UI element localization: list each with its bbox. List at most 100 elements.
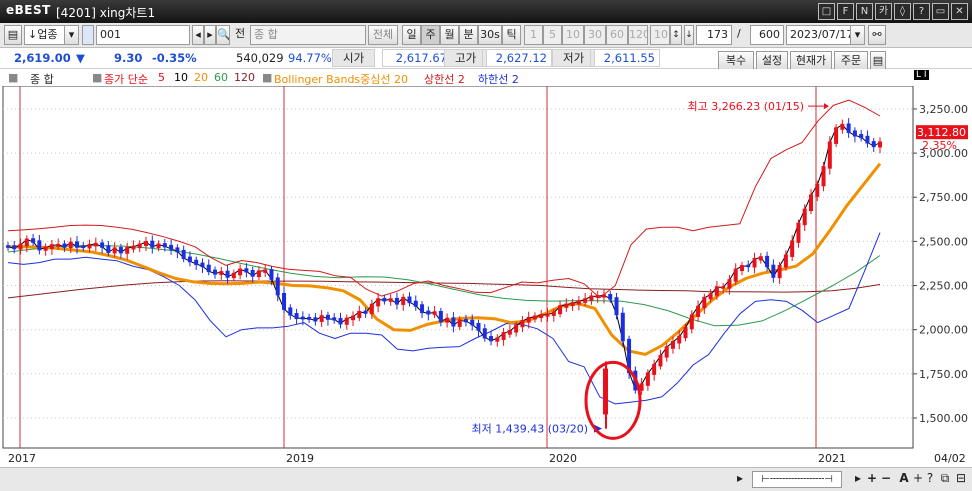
candle-body: [131, 245, 136, 250]
chart-type-icon[interactable]: ▤: [4, 25, 22, 45]
candle-body: [313, 317, 318, 322]
arrow-down-icon[interactable]: ↓: [684, 25, 694, 45]
indicator-legend: ■ 종 합 ■ 종가 단순 5 10 20 60 120 ■ Bollinger…: [0, 69, 972, 86]
log-toggle-icon[interactable]: L I: [914, 70, 929, 80]
minute-30[interactable]: 30: [584, 25, 606, 45]
minute-60[interactable]: 60: [606, 25, 628, 45]
plus-icon[interactable]: +: [912, 471, 924, 488]
candle-body: [445, 317, 450, 323]
candle-body: [269, 269, 274, 280]
help-icon[interactable]: ?: [913, 3, 930, 20]
pin-icon[interactable]: F: [837, 3, 854, 20]
legend-bullet: ■: [8, 71, 19, 84]
period-minute[interactable]: 분: [459, 25, 478, 45]
candle-body: [300, 316, 305, 320]
candle-body: [470, 319, 475, 326]
legend-name: 종 합: [30, 73, 54, 86]
candle-body: [551, 311, 556, 316]
split-icon[interactable]: ⊟: [954, 471, 968, 488]
help-icon[interactable]: ?: [924, 471, 936, 488]
candle-body: [275, 277, 280, 296]
price-change: 9.30: [114, 51, 143, 65]
tick-stepper[interactable]: ↕: [670, 25, 682, 45]
candle-body: [12, 245, 17, 250]
candle-body: [24, 238, 29, 247]
chevron-down-icon[interactable]: ▾: [64, 25, 79, 45]
candle-body: [49, 244, 54, 249]
candle-body: [225, 270, 230, 278]
prev-label: 전: [235, 27, 246, 40]
y-tick-label: 1,750.00: [919, 368, 968, 381]
candle-body: [150, 240, 155, 248]
order-button[interactable]: 주문: [834, 51, 868, 70]
candle-body: [827, 141, 832, 169]
minute-1[interactable]: 1: [524, 25, 543, 45]
candle-body: [118, 247, 123, 254]
candle-body: [137, 243, 142, 249]
minute-120[interactable]: 120: [628, 25, 648, 45]
candle-body: [213, 269, 218, 275]
scroll-bar-area: ▸ ⊢╌╌╌╌╌╌╌╌╌⊣ ▸ + − A + ? ⧉ ⊟: [0, 467, 972, 491]
chart-settings-icon[interactable]: ⚯: [868, 25, 886, 45]
candle-body: [169, 244, 174, 250]
candle-body: [106, 245, 111, 254]
x-tick-label: 2021: [818, 452, 846, 465]
code-input[interactable]: 001: [96, 25, 190, 45]
candle-body: [219, 271, 224, 275]
memo-icon[interactable]: 카: [875, 3, 892, 20]
restore-icon[interactable]: □: [818, 3, 835, 20]
date-input[interactable]: 2023/07/17: [786, 25, 852, 45]
zoom-in-icon[interactable]: +: [866, 471, 878, 488]
candle-body: [175, 247, 180, 253]
zoom-slider[interactable]: ⊢╌╌╌╌╌╌╌╌╌⊣: [752, 471, 842, 488]
candle-body: [714, 286, 719, 296]
total-input[interactable]: 600: [750, 25, 784, 45]
period-week[interactable]: 주: [421, 25, 440, 45]
candle-body: [689, 314, 694, 330]
candle-body: [564, 303, 569, 308]
all-button[interactable]: 전체: [368, 25, 398, 45]
prev-icon[interactable]: ◂: [192, 25, 204, 45]
panel-icon[interactable]: ▤: [870, 51, 886, 70]
tick-input[interactable]: 10: [650, 25, 670, 45]
candle-body: [570, 302, 575, 307]
count-input[interactable]: 173: [696, 25, 732, 45]
volume: 540,029: [236, 51, 284, 65]
code-marker: [82, 25, 94, 45]
minute-5[interactable]: 5: [543, 25, 562, 45]
period-month[interactable]: 월: [440, 25, 459, 45]
tool-icon[interactable]: ◊: [894, 3, 911, 20]
next-icon[interactable]: ▸: [204, 25, 216, 45]
multi-button[interactable]: 복수: [718, 51, 754, 70]
candle-body: [620, 312, 625, 342]
date-dropdown-icon[interactable]: ▾: [850, 25, 865, 45]
news-icon[interactable]: N: [856, 3, 873, 20]
period-day[interactable]: 일: [402, 25, 421, 45]
minute-10[interactable]: 10: [562, 25, 584, 45]
toolbar: ▤ ↓업종 ▾ 001 ◂ ▸ 🔍 전 종 합 전체 일 주 월 분 30s 틱…: [0, 23, 972, 48]
period-30s[interactable]: 30s: [478, 25, 502, 45]
period-tick[interactable]: 틱: [502, 25, 521, 45]
scroll-right-icon[interactable]: ▸: [852, 471, 864, 488]
candle-body: [539, 314, 544, 319]
settings-button[interactable]: 설정: [756, 51, 788, 70]
candle-body: [112, 247, 117, 254]
zoom-out-icon[interactable]: −: [880, 471, 892, 488]
minimize-icon[interactable]: ▭: [932, 3, 949, 20]
layout-icon[interactable]: ⧉: [938, 471, 952, 488]
search-icon[interactable]: 🔍: [216, 25, 230, 45]
candle-body: [739, 265, 744, 272]
candle-body: [664, 346, 669, 358]
scroll-left-icon[interactable]: ▸: [734, 471, 746, 488]
legend-upper: 상한선 2: [424, 73, 465, 86]
candle-body: [363, 310, 368, 314]
candle-body: [338, 318, 343, 325]
candle-body: [256, 270, 261, 278]
close-icon[interactable]: ✕: [951, 3, 968, 20]
quote-row: 2,619.00 ▼ 9.30 -0.35% 540,029 94.77% 시가…: [0, 48, 972, 70]
candle-body: [43, 246, 48, 251]
x-tick-label: 2019: [286, 452, 314, 465]
current-price-button[interactable]: 현재가: [790, 51, 832, 70]
candle-body: [344, 317, 349, 325]
font-icon[interactable]: A: [896, 471, 912, 488]
